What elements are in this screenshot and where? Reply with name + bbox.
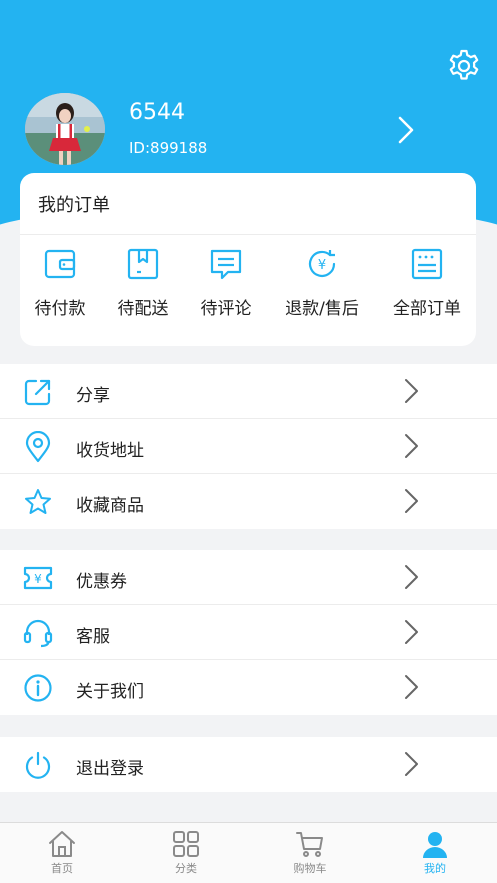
order-to-deliver[interactable]: 待配送: [97, 246, 189, 326]
star-icon: [22, 486, 54, 518]
order-label: 待评论: [200, 299, 252, 319]
menu-label: 退出登录: [76, 759, 144, 779]
bottom-tab-bar: 首页 分类 购物车 我的: [0, 822, 497, 883]
tab-category[interactable]: 分类: [124, 823, 248, 883]
tab-cart[interactable]: 购物车: [248, 823, 372, 883]
headset-icon: [22, 617, 54, 649]
menu-label: 优惠券: [76, 572, 127, 592]
category-icon: [124, 829, 248, 859]
tab-label: 我的: [424, 862, 446, 875]
divider: [20, 234, 476, 235]
profile-chevron-right-icon[interactable]: [396, 115, 416, 145]
share-icon: [22, 376, 54, 408]
svg-text:¥: ¥: [318, 258, 326, 273]
chevron-right-icon: [403, 564, 419, 590]
menu-group-2: ¥ 优惠券 客服 关于我们: [0, 550, 497, 715]
cart-icon: [248, 829, 372, 859]
svg-text:¥: ¥: [34, 572, 42, 586]
user-icon: [373, 829, 497, 859]
tab-mine[interactable]: 我的: [373, 823, 497, 883]
my-orders-card: 我的订单 待付款 待配送 待评论 ¥ 退款/售后 全部订单: [20, 173, 476, 346]
location-icon: [22, 430, 54, 463]
menu-item-coupons[interactable]: ¥ 优惠券: [0, 550, 497, 605]
user-name: 6544: [129, 100, 185, 125]
info-icon: [22, 672, 54, 704]
menu-label: 收藏商品: [76, 496, 144, 516]
tab-label: 首页: [51, 862, 73, 875]
refund-icon: ¥: [276, 246, 368, 282]
chevron-right-icon: [403, 619, 419, 645]
tab-home[interactable]: 首页: [0, 823, 124, 883]
wallet-icon: [14, 246, 106, 282]
home-icon: [0, 829, 124, 859]
menu-item-share[interactable]: 分享: [0, 364, 497, 419]
menu-item-favorites[interactable]: 收藏商品: [0, 474, 497, 529]
chevron-right-icon: [403, 674, 419, 700]
settings-gear-icon[interactable]: [446, 48, 482, 84]
user-id: ID:899188: [129, 139, 208, 157]
order-label: 退款/售后: [285, 299, 359, 319]
power-icon: [22, 749, 54, 781]
chevron-right-icon: [403, 751, 419, 777]
avatar[interactable]: [25, 93, 105, 165]
menu-label: 客服: [76, 627, 110, 647]
menu-item-about-us[interactable]: 关于我们: [0, 660, 497, 715]
order-label: 全部订单: [393, 299, 461, 319]
menu-group-3: 退出登录: [0, 737, 497, 792]
menu-label: 分享: [76, 386, 110, 406]
tab-label: 分类: [175, 862, 197, 875]
order-label: 待付款: [34, 299, 86, 319]
chevron-right-icon: [403, 488, 419, 514]
order-label: 待配送: [117, 299, 169, 319]
coupon-icon: ¥: [22, 562, 54, 594]
chevron-right-icon: [403, 378, 419, 404]
order-list-icon: [381, 246, 473, 282]
menu-label: 关于我们: [76, 682, 144, 702]
order-pending-payment[interactable]: 待付款: [14, 246, 106, 326]
order-all[interactable]: 全部订单: [381, 246, 473, 326]
tab-label: 购物车: [293, 862, 327, 875]
menu-item-logout[interactable]: 退出登录: [0, 737, 497, 792]
box-icon: [97, 246, 189, 282]
menu-label: 收货地址: [76, 441, 144, 461]
order-refund[interactable]: ¥ 退款/售后: [276, 246, 368, 326]
menu-group-1: 分享 收货地址 收藏商品: [0, 364, 497, 529]
my-orders-title: 我的订单: [38, 195, 110, 216]
order-to-review[interactable]: 待评论: [180, 246, 272, 326]
menu-item-customer-service[interactable]: 客服: [0, 605, 497, 660]
chevron-right-icon: [403, 433, 419, 459]
menu-item-address[interactable]: 收货地址: [0, 419, 497, 474]
comment-icon: [180, 246, 272, 282]
